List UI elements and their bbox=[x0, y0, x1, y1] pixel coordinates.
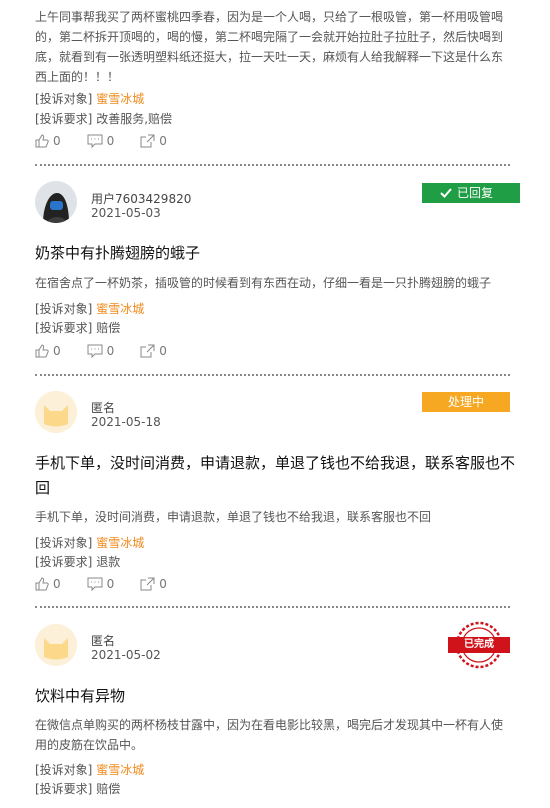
comment-button[interactable]: 0 bbox=[87, 134, 115, 148]
request-value: 赔偿 bbox=[96, 782, 121, 796]
like-button[interactable]: 0 bbox=[35, 134, 61, 148]
comment-count: 0 bbox=[106, 577, 115, 591]
share-icon bbox=[140, 577, 155, 591]
comment-count: 0 bbox=[106, 344, 115, 358]
avatar[interactable] bbox=[35, 181, 77, 223]
request-label: [投诉要求] bbox=[35, 782, 93, 796]
share-button[interactable]: 0 bbox=[140, 577, 167, 591]
complaint-target: [投诉对象] 蜜雪冰城 bbox=[35, 299, 144, 319]
share-icon bbox=[140, 344, 155, 358]
action-bar: 0 0 0 bbox=[35, 344, 193, 358]
divider bbox=[35, 164, 510, 166]
request-label: [投诉要求] bbox=[35, 112, 93, 126]
complaint-target: [投诉对象] 蜜雪冰城 bbox=[35, 89, 144, 109]
comment-icon bbox=[87, 344, 103, 358]
request-value: 赔偿 bbox=[96, 321, 121, 335]
comment-button[interactable]: 0 bbox=[87, 344, 115, 358]
like-button[interactable]: 0 bbox=[35, 577, 61, 591]
target-label: [投诉对象] bbox=[35, 92, 93, 106]
anonymous-cat-icon bbox=[35, 391, 77, 433]
status-badge-replied: 已回复 bbox=[422, 183, 520, 203]
share-button[interactable]: 0 bbox=[140, 134, 167, 148]
like-button[interactable]: 0 bbox=[35, 344, 61, 358]
user-name[interactable]: 用户7603429820 bbox=[91, 190, 191, 207]
user-name[interactable]: 匿名 bbox=[91, 632, 115, 649]
comment-icon bbox=[87, 577, 103, 591]
user-name[interactable]: 匿名 bbox=[91, 399, 115, 416]
divider bbox=[35, 374, 510, 376]
complaint-request: [投诉要求] 改善服务,赔偿 bbox=[35, 109, 172, 129]
post-date: 2021-05-03 bbox=[91, 206, 161, 220]
like-count: 0 bbox=[53, 577, 61, 591]
target-label: [投诉对象] bbox=[35, 763, 93, 777]
complaint-body: 手机下单，没时间消费，申请退款，单退了钱也不给我退，联系客服也不回 bbox=[35, 510, 432, 524]
status-stamp-completed: 已完成 bbox=[446, 620, 512, 670]
action-bar: 0 0 0 bbox=[35, 134, 193, 148]
share-count: 0 bbox=[159, 134, 167, 148]
complaint-request: [投诉要求] 赔偿 bbox=[35, 318, 120, 338]
divider bbox=[35, 606, 510, 608]
request-value: 退款 bbox=[96, 555, 121, 569]
complaint-title[interactable]: 手机下单，没时间消费，申请退款，单退了钱也不给我退，联系客服也不回 bbox=[35, 451, 515, 501]
request-value: 改善服务,赔偿 bbox=[96, 112, 173, 126]
comment-button[interactable]: 0 bbox=[87, 577, 115, 591]
complaint-body: 在微信点单购买的两杯杨枝甘露中，因为在看电影比较黑，喝完后才发现其中一杯有人使用… bbox=[35, 718, 504, 752]
comment-count: 0 bbox=[106, 134, 115, 148]
target-label: [投诉对象] bbox=[35, 536, 93, 550]
avatar[interactable] bbox=[35, 624, 77, 666]
share-icon bbox=[140, 134, 155, 148]
post-date: 2021-05-18 bbox=[91, 415, 161, 429]
target-label: [投诉对象] bbox=[35, 302, 93, 316]
target-value[interactable]: 蜜雪冰城 bbox=[96, 763, 144, 777]
share-button[interactable]: 0 bbox=[140, 344, 167, 358]
complaint-request: [投诉要求] 退款 bbox=[35, 552, 120, 572]
target-value[interactable]: 蜜雪冰城 bbox=[96, 302, 144, 316]
complaint-body: 在宿舍点了一杯奶茶，插吸管的时候看到有东西在动，仔细一看是一只扑腾翅膀的蛾子 bbox=[35, 276, 492, 290]
complaint-body: 上午同事帮我买了两杯蜜桃四季春，因为是一个人喝，只给了一根吸管，第一杯用吸管喝的… bbox=[35, 10, 504, 84]
check-icon bbox=[440, 188, 452, 198]
thumb-up-icon bbox=[35, 134, 49, 148]
complaint-target: [投诉对象] 蜜雪冰城 bbox=[35, 533, 144, 553]
target-value[interactable]: 蜜雪冰城 bbox=[96, 536, 144, 550]
complaint-target: [投诉对象] 蜜雪冰城 bbox=[35, 760, 144, 780]
thumb-up-icon bbox=[35, 344, 49, 358]
post-date: 2021-05-02 bbox=[91, 648, 161, 662]
user-photo-icon bbox=[35, 181, 77, 223]
request-label: [投诉要求] bbox=[35, 321, 93, 335]
action-bar: 0 0 0 bbox=[35, 577, 193, 591]
request-label: [投诉要求] bbox=[35, 555, 93, 569]
like-count: 0 bbox=[53, 344, 61, 358]
complaint-title[interactable]: 饮料中有异物 bbox=[35, 684, 513, 709]
anonymous-cat-icon bbox=[35, 624, 77, 666]
status-text: 已回复 bbox=[456, 186, 493, 200]
comment-icon bbox=[87, 134, 103, 148]
share-count: 0 bbox=[159, 344, 167, 358]
status-badge-processing: 处理中 bbox=[422, 392, 510, 412]
like-count: 0 bbox=[53, 134, 61, 148]
status-text: 已完成 bbox=[464, 639, 494, 650]
complaint-title[interactable]: 奶茶中有扑腾翅膀的蛾子 bbox=[35, 241, 513, 266]
complaint-request: [投诉要求] 赔偿 bbox=[35, 779, 120, 799]
thumb-up-icon bbox=[35, 577, 49, 591]
avatar[interactable] bbox=[35, 391, 77, 433]
target-value[interactable]: 蜜雪冰城 bbox=[96, 92, 144, 106]
share-count: 0 bbox=[159, 577, 167, 591]
